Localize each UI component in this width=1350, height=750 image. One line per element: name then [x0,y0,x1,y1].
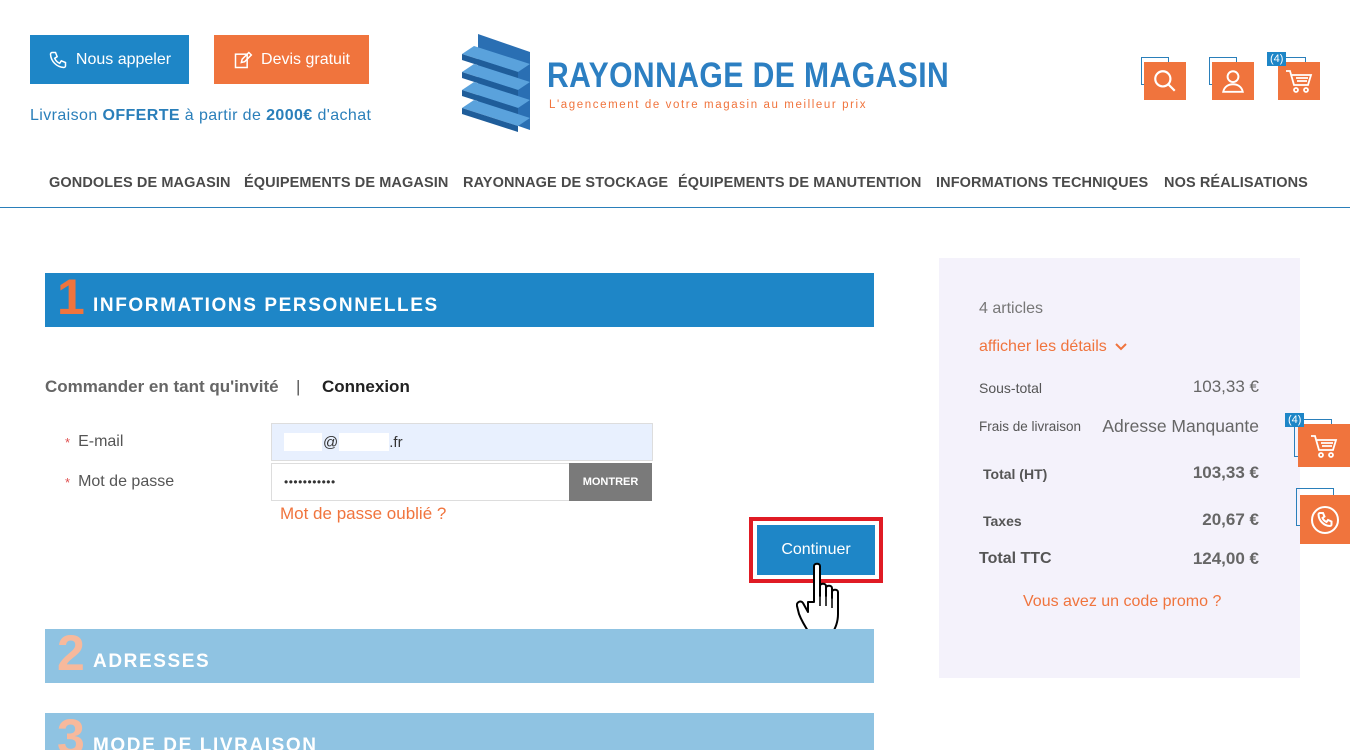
side-phone-button[interactable] [1300,495,1350,544]
side-cart-button[interactable] [1298,424,1350,467]
nav-item-manutention[interactable]: ÉQUIPEMENTS DE MANUTENTION [678,175,921,191]
cart-icon [1286,70,1313,93]
quote-button[interactable]: Devis gratuit [214,35,369,84]
step-number: 3 [57,709,85,750]
subtotal-value: 103,33 € [1192,377,1259,396]
required-mark: * [65,474,71,490]
step-title: ADRESSES [93,651,211,672]
tab-login[interactable]: Connexion [322,377,410,397]
nav-item-informations-techniques[interactable]: INFORMATIONS TECHNIQUES [936,175,1148,191]
shipping-value: Adresse Manquante [1102,416,1259,436]
step-number: 1 [57,269,85,325]
subtotal-label: Sous-total [979,380,1043,396]
cart-button[interactable] [1278,62,1320,100]
email-field[interactable]: @ .fr [271,423,653,461]
cart-icon [1311,434,1338,458]
article-count: 4 articles [979,300,1044,317]
redacted-block [339,433,390,451]
logo-shelves-icon[interactable] [460,32,536,132]
nav-item-gondoles[interactable]: GONDOLES DE MAGASIN [49,175,231,191]
email-domain: .fr [389,433,403,451]
forgot-password-link[interactable]: Mot de passe oublié ? [280,504,446,524]
step-addresses[interactable]: 2 ADRESSES [45,625,874,683]
search-icon [1154,70,1176,92]
taxes-value: 20,67 € [1202,510,1259,529]
nav-item-equipements-magasin[interactable]: ÉQUIPEMENTS DE MAGASIN [244,175,448,191]
required-mark: * [65,434,71,450]
email-label: * E-mail [65,433,124,450]
phone-icon [49,51,67,68]
search-button[interactable] [1144,62,1186,100]
phone-icon [1311,505,1339,534]
edit-icon [234,50,253,68]
main-nav: GONDOLES DE MAGASIN ÉQUIPEMENTS DE MAGAS… [0,160,1350,208]
tab-separator: | [296,377,301,396]
password-value: ••••••••••• [284,475,336,489]
call-button-label: Nous appeler [75,50,172,68]
tab-guest-checkout[interactable]: Commander en tant qu'invité [45,377,279,397]
step-title: INFORMATIONS PERSONNELLES [93,295,439,316]
nav-item-realisations[interactable]: NOS RÉALISATIONS [1164,175,1308,191]
step-number: 2 [57,625,85,681]
password-field[interactable]: ••••••••••• [271,463,570,501]
user-icon [1222,70,1244,93]
cart-summary: 4 articles afficher les détails Sous-tot… [939,258,1300,678]
account-button[interactable] [1212,62,1254,100]
redacted-block [284,433,322,451]
quote-button-label: Devis gratuit [261,50,350,68]
side-cart-count-badge: (4) [1285,413,1305,427]
shipping-label: Frais de livraison [979,419,1082,434]
email-at: @ [323,433,339,451]
total-ttc-label: Total TTC [979,550,1052,567]
show-details-link[interactable]: afficher les détails [979,338,1127,356]
delivery-banner: Livraison OFFERTE à partir de 2000€ d'ac… [30,107,372,124]
cart-count-badge: (4) [1267,52,1287,66]
total-ht-value: 103,33 € [1192,463,1259,482]
logo-title[interactable]: RAYONNAGE DE MAGASIN [547,56,949,96]
step-personal-info[interactable]: 1 INFORMATIONS PERSONNELLES [45,269,874,327]
taxes-label: Taxes [983,513,1022,529]
total-ht-label: Total (HT) [983,466,1048,482]
step-title: MODE DE LIVRAISON [93,735,318,750]
step-delivery-mode[interactable]: 3 MODE DE LIVRAISON [45,709,874,750]
logo-subtitle: L'agencement de votre magasin au meilleu… [549,99,868,111]
password-label: * Mot de passe [65,473,175,490]
chevron-down-icon [1115,343,1127,351]
promo-code-link[interactable]: Vous avez un code promo ? [1023,593,1221,611]
total-ttc-value: 124,00 € [1192,549,1259,568]
nav-item-rayonnage-stockage[interactable]: RAYONNAGE DE STOCKAGE [463,175,668,191]
show-password-button[interactable]: MONTRER [569,463,652,501]
call-button[interactable]: Nous appeler [30,35,189,84]
